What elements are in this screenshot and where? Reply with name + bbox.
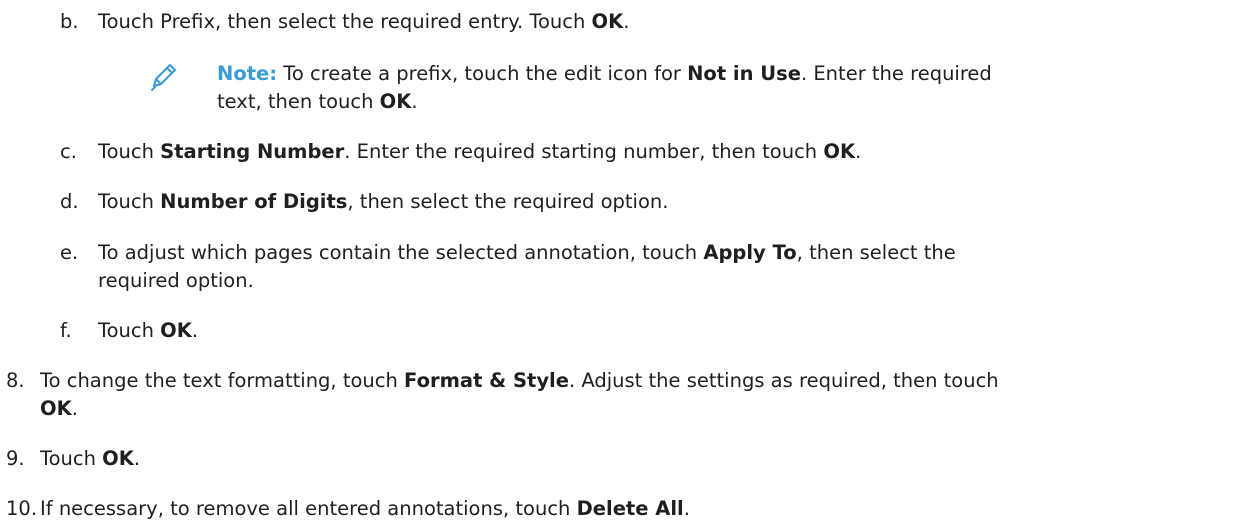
text-run: , then select the required option.: [347, 190, 669, 213]
text-run: Touch: [98, 140, 161, 163]
bold-text: OK: [379, 90, 412, 113]
step-number: 10.: [6, 497, 38, 520]
text-run: .: [191, 319, 199, 342]
step-text-line-1: To change the text formatting, touch For…: [40, 367, 999, 394]
text-run: Touch Prefix, then select the required e…: [98, 10, 592, 33]
text-run: To adjust which pages contain the select…: [98, 241, 704, 264]
step-text: If necessary, to remove all entered anno…: [40, 495, 690, 522]
list-item-text: Touch OK.: [98, 317, 198, 344]
step-number: 9.: [6, 447, 25, 470]
list-item-text: Touch Prefix, then select the required e…: [98, 8, 629, 35]
text-run: text, then touch: [217, 90, 380, 113]
bold-text: Apply To: [703, 241, 797, 264]
text-run: . Adjust the settings as required, then …: [568, 369, 999, 392]
text-run: Touch: [98, 190, 161, 213]
text-run: To create a prefix, touch the edit icon …: [277, 62, 688, 85]
bold-text: OK: [160, 319, 192, 342]
pencil-icon: [151, 64, 176, 91]
step-text: Touch OK.: [40, 445, 140, 472]
bold-text: Number of Digits: [160, 190, 348, 213]
list-item-text: Touch Number of Digits, then select the …: [98, 188, 668, 215]
note-label: Note:: [217, 62, 278, 85]
text-run: .: [133, 447, 141, 470]
text-run: Touch: [98, 319, 161, 342]
bold-text: OK: [102, 447, 134, 470]
text-run: required option.: [98, 269, 254, 292]
note-text-line-1: Note: To create a prefix, touch the edit…: [217, 60, 992, 87]
bold-text: Format & Style: [404, 369, 569, 392]
list-marker: f.: [60, 319, 72, 342]
list-marker: d.: [60, 190, 79, 213]
text-run: .: [683, 497, 690, 520]
list-item-text-line-2: required option.: [98, 267, 254, 294]
bold-text: OK: [40, 397, 72, 420]
text-run: . Enter the required starting number, th…: [344, 140, 824, 163]
list-marker: b.: [60, 10, 79, 33]
list-marker: e.: [60, 241, 79, 264]
text-run: , then select the: [796, 241, 956, 264]
list-marker: c.: [60, 140, 77, 163]
note-text-line-2: text, then touch OK.: [217, 88, 418, 115]
bold-text: OK: [823, 140, 856, 163]
text-run: To change the text formatting, touch: [40, 369, 405, 392]
text-run: . Enter the required: [800, 62, 992, 85]
text-run: If necessary, to remove all entered anno…: [40, 497, 577, 520]
text-run: Touch: [40, 447, 103, 470]
step-number: 8.: [6, 369, 25, 392]
text-run: .: [855, 140, 862, 163]
bold-text: Starting Number: [160, 140, 345, 163]
text-run: .: [623, 10, 630, 33]
bold-text: OK: [591, 10, 624, 33]
list-item-text-line-1: To adjust which pages contain the select…: [98, 239, 956, 266]
text-run: .: [411, 90, 418, 113]
list-item-text: Touch Starting Number. Enter the require…: [98, 138, 861, 165]
step-text-line-2: OK.: [40, 395, 78, 422]
text-run: .: [71, 397, 78, 420]
bold-text: Not in Use: [687, 62, 801, 85]
document-page: { "items": { "b": { "marker": "b.", "t1"…: [0, 0, 1250, 525]
bold-text: Delete All: [576, 497, 684, 520]
